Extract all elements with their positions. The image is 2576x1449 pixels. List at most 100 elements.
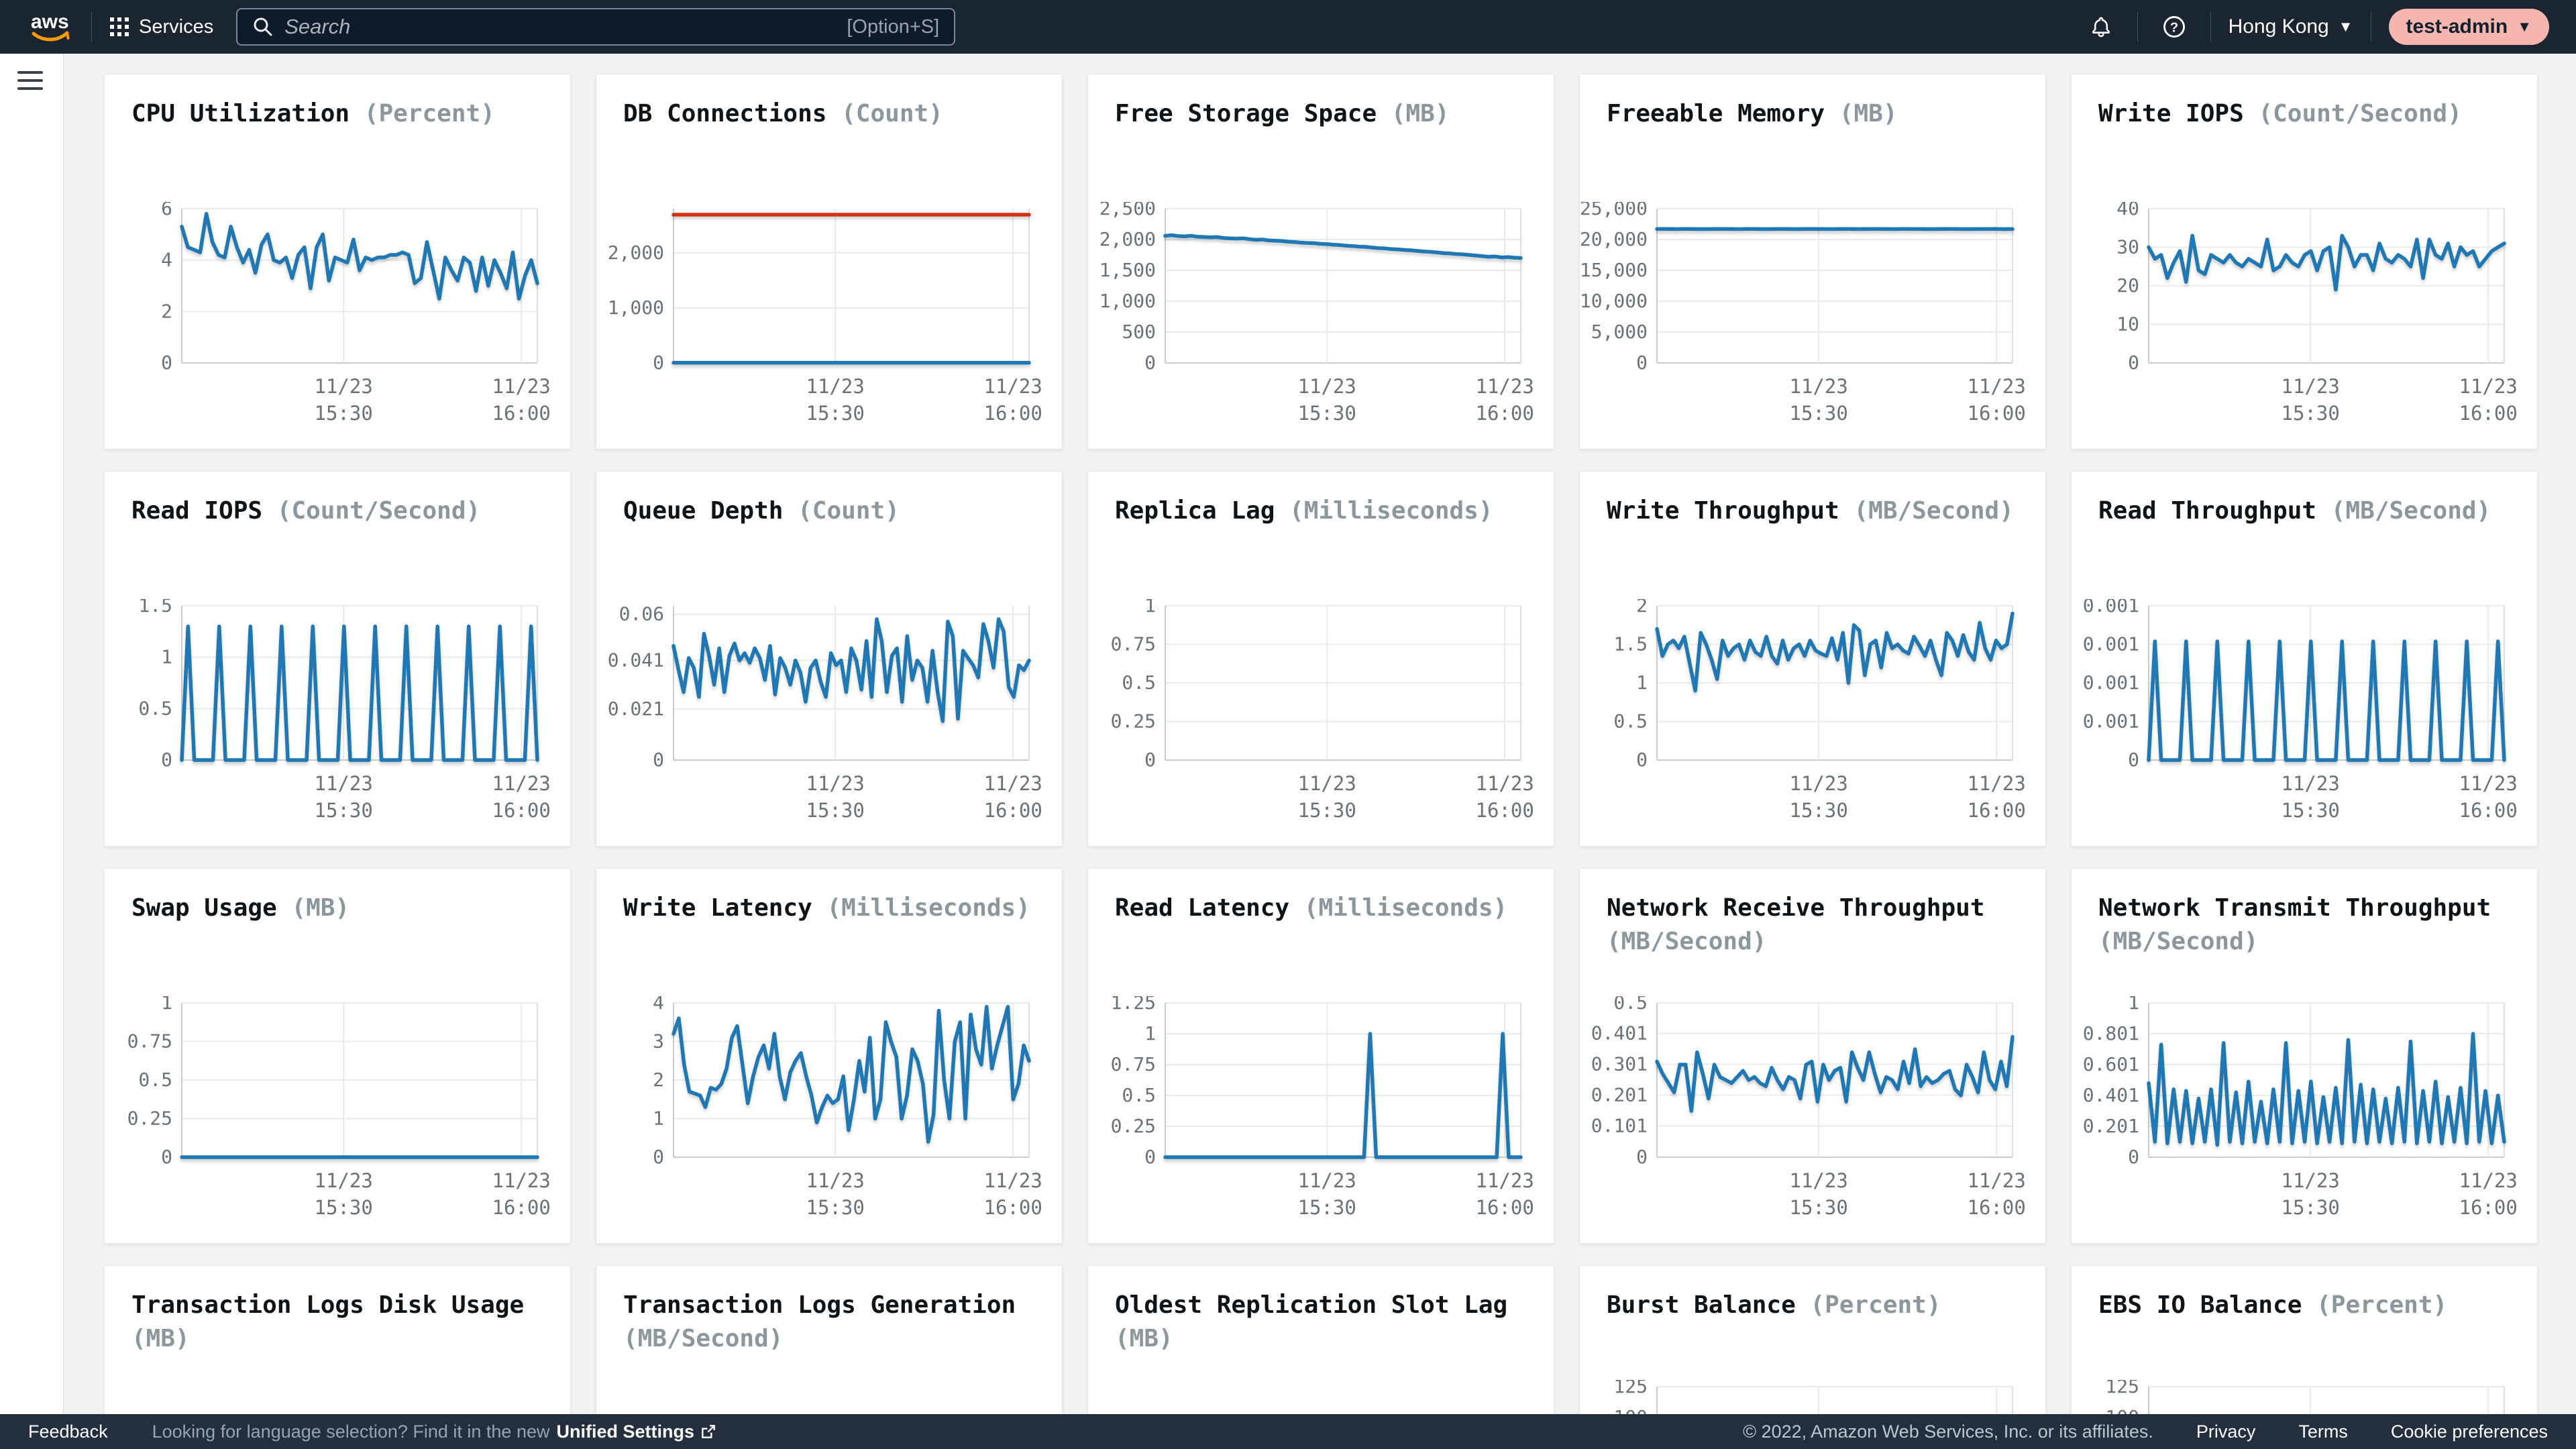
collapsed-side-nav [0, 54, 64, 1414]
svg-text:11/2316:00: 11/2316:00 [983, 772, 1042, 822]
svg-text:11/2315:30: 11/2315:30 [1789, 1169, 1847, 1219]
svg-text:100: 100 [1613, 1406, 1648, 1414]
metric-title: Write Latency (Milliseconds) [623, 892, 1035, 925]
external-link-icon [700, 1423, 717, 1440]
metric-card-oldest-replication-slot-lag: Oldest Replication Slot Lag (MB) [1087, 1265, 1554, 1414]
metric-chart[interactable]: 025507510012511/2315:3011/2316:00 [1580, 1380, 2046, 1414]
aws-logo[interactable]: aws [27, 8, 74, 46]
svg-text:0: 0 [653, 749, 664, 771]
notifications-button[interactable] [2082, 8, 2120, 46]
svg-text:11/2316:00: 11/2316:00 [983, 1169, 1042, 1219]
nav-divider [91, 12, 92, 42]
metric-chart[interactable]: 00.511.511/2315:3011/2316:00 [105, 599, 571, 827]
svg-text:0.301: 0.301 [1591, 1053, 1648, 1075]
metric-card-transaction-logs-generation: Transaction Logs Generation (MB/Second) [596, 1265, 1063, 1414]
region-selector[interactable]: Hong Kong ▼ [2229, 15, 2353, 38]
svg-text:0: 0 [1144, 1146, 1156, 1168]
svg-text:1: 1 [2128, 996, 2139, 1014]
svg-text:0: 0 [1636, 749, 1648, 771]
svg-text:11/2316:00: 11/2316:00 [492, 772, 550, 822]
metric-chart[interactable]: 00.2010.4010.6010.801111/2315:3011/2316:… [2072, 996, 2538, 1224]
metric-title: EBS IO Balance (Percent) [2098, 1289, 2510, 1322]
svg-text:11/2316:00: 11/2316:00 [1475, 1169, 1534, 1219]
metric-chart[interactable]: 00.250.50.75111/2315:3011/2316:00 [105, 996, 571, 1224]
metric-chart[interactable]: 00.0210.0410.0611/2315:3011/2316:00 [596, 599, 1063, 827]
metric-title: Freeable Memory (MB) [1607, 97, 2019, 131]
metric-card-free-storage-space: Free Storage Space (MB) 05001,0001,5002,… [1087, 74, 1554, 449]
svg-text:0.001: 0.001 [2083, 633, 2139, 655]
svg-text:11/2315:30: 11/2315:30 [1297, 1169, 1356, 1219]
hamburger-menu-button[interactable] [17, 71, 44, 94]
metric-chart[interactable]: 024611/2315:3011/2316:00 [105, 202, 571, 430]
metric-chart[interactable]: 01020304011/2315:3011/2316:00 [2072, 202, 2538, 430]
metric-title: Free Storage Space (MB) [1115, 97, 1527, 131]
feedback-link[interactable]: Feedback [28, 1421, 108, 1442]
metric-chart[interactable]: 00.250.50.7511.2511/2315:3011/2316:00 [1088, 996, 1554, 1224]
help-icon: ? [2161, 14, 2187, 40]
metric-chart[interactable] [105, 1393, 571, 1414]
svg-text:2,000: 2,000 [608, 241, 664, 264]
svg-text:0.25: 0.25 [1111, 1115, 1156, 1137]
svg-text:1.5: 1.5 [138, 599, 172, 616]
metric-chart[interactable]: 00.250.50.75111/2315:3011/2316:00 [1088, 599, 1554, 827]
svg-text:0: 0 [1636, 1146, 1648, 1168]
svg-text:1.5: 1.5 [1613, 633, 1648, 655]
svg-text:0.5: 0.5 [1122, 1084, 1156, 1106]
metric-chart[interactable] [596, 1393, 1063, 1414]
unified-settings-link[interactable]: Unified Settings [556, 1421, 717, 1442]
metric-title: Read IOPS (Count/Second) [131, 494, 543, 528]
metric-chart[interactable]: 0123411/2315:3011/2316:00 [596, 996, 1063, 1224]
svg-text:0.001: 0.001 [2083, 710, 2139, 733]
metric-chart[interactable]: 025507510012511/2315:3011/2316:00 [2072, 1380, 2538, 1414]
svg-text:0: 0 [2128, 352, 2139, 374]
account-label: test-admin [2406, 15, 2508, 38]
metric-chart[interactable]: 05,00010,00015,00020,00025,00011/2315:30… [1580, 202, 2046, 430]
metric-card-read-iops: Read IOPS (Count/Second) 00.511.511/2315… [104, 471, 571, 847]
svg-text:30: 30 [2116, 236, 2139, 258]
svg-text:4: 4 [161, 249, 172, 271]
svg-text:1,500: 1,500 [1099, 259, 1156, 281]
region-label: Hong Kong [2229, 15, 2329, 38]
svg-text:20: 20 [2116, 274, 2139, 297]
svg-text:3: 3 [653, 1030, 664, 1053]
svg-text:11/2315:30: 11/2315:30 [314, 772, 372, 822]
account-menu[interactable]: test-admin ▼ [2389, 9, 2549, 45]
svg-text:0.06: 0.06 [619, 603, 664, 625]
metric-chart[interactable] [1088, 1393, 1554, 1414]
metric-chart[interactable]: 01,0002,00011/2315:3011/2316:00 [596, 202, 1063, 430]
metric-title: Network Transmit Throughput (MB/Second) [2098, 892, 2510, 959]
svg-text:0: 0 [161, 749, 172, 771]
svg-text:0.041: 0.041 [608, 649, 664, 671]
svg-text:0.5: 0.5 [1613, 710, 1648, 733]
metric-chart[interactable]: 00.1010.2010.3010.4010.511/2315:3011/231… [1580, 996, 2046, 1224]
global-search-box[interactable]: [Option+S] [236, 8, 955, 46]
metric-title: Replica Lag (Milliseconds) [1115, 494, 1527, 528]
services-menu-button[interactable]: Services [109, 16, 213, 38]
svg-text:100: 100 [2105, 1406, 2139, 1414]
svg-text:11/2315:30: 11/2315:30 [806, 772, 864, 822]
svg-text:6: 6 [161, 202, 172, 219]
svg-text:11/2315:30: 11/2315:30 [1297, 375, 1356, 425]
privacy-link[interactable]: Privacy [2196, 1421, 2256, 1442]
console-footer: Feedback Looking for language selection?… [0, 1414, 2576, 1449]
svg-text:1,000: 1,000 [608, 297, 664, 319]
metric-card-queue-depth: Queue Depth (Count) 00.0210.0410.0611/23… [596, 471, 1063, 847]
svg-text:0: 0 [1144, 352, 1156, 374]
search-input[interactable] [284, 15, 836, 39]
svg-text:11/2316:00: 11/2316:00 [2459, 772, 2517, 822]
svg-text:11/2315:30: 11/2315:30 [1297, 772, 1356, 822]
metric-chart[interactable]: 00.0010.0010.0010.00111/2315:3011/2316:0… [2072, 599, 2538, 827]
svg-text:0.5: 0.5 [138, 697, 172, 719]
svg-text:0: 0 [653, 1146, 664, 1168]
cookie-preferences-link[interactable]: Cookie preferences [2391, 1421, 2548, 1442]
metrics-panel: CPU Utilization (Percent) 024611/2315:30… [64, 54, 2576, 1414]
terms-link[interactable]: Terms [2298, 1421, 2348, 1442]
metric-chart[interactable]: 05001,0001,5002,0002,50011/2315:3011/231… [1088, 202, 1554, 430]
svg-text:11/2316:00: 11/2316:00 [492, 1169, 550, 1219]
help-button[interactable]: ? [2155, 8, 2193, 46]
svg-text:0.75: 0.75 [127, 1030, 172, 1053]
metric-chart[interactable]: 00.511.5211/2315:3011/2316:00 [1580, 599, 2046, 827]
svg-text:0: 0 [1636, 352, 1648, 374]
metric-title: Oldest Replication Slot Lag (MB) [1115, 1289, 1527, 1356]
svg-text:0.25: 0.25 [1111, 710, 1156, 733]
